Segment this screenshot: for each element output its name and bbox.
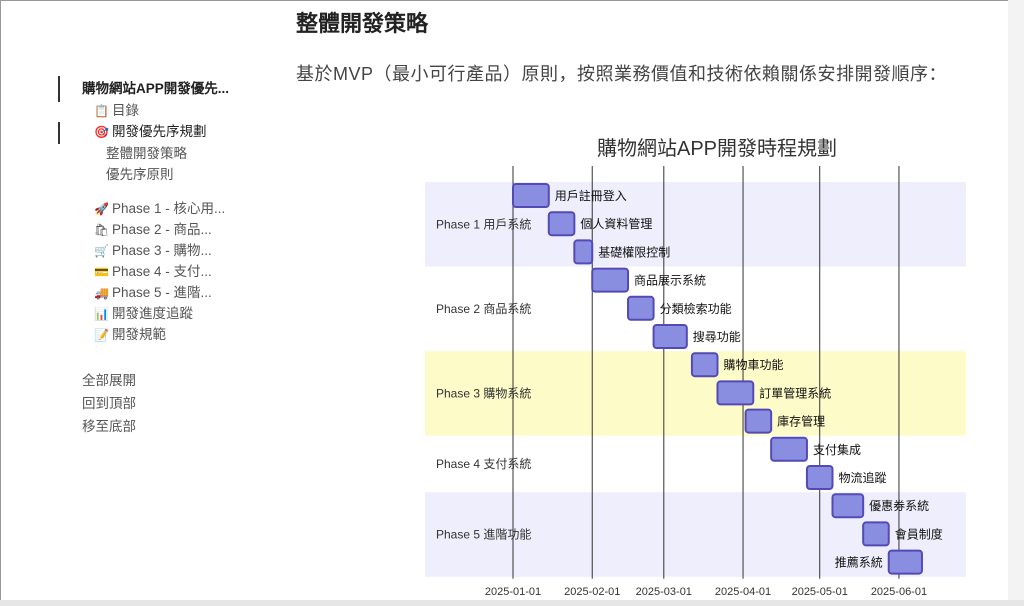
chart-title: 購物網站APP開發時程規劃 <box>597 137 837 160</box>
gantt-bar <box>573 239 594 265</box>
task-label: 庫存管理 <box>777 414 825 429</box>
task-label: 分類檢索功能 <box>660 301 732 316</box>
toc-subitem-priority-principles[interactable]: 優先序原則 <box>106 164 174 185</box>
credit-card-icon: 💳 <box>94 265 109 279</box>
gantt-bar <box>652 324 688 349</box>
toc-item-phase-1[interactable]: 🚀 Phase 1 - 核心用... <box>94 198 225 219</box>
toc-title[interactable]: 購物網站APP開發優先... <box>58 76 252 102</box>
task-label: 訂單管理系統 <box>759 385 831 400</box>
gantt-bar <box>547 211 576 237</box>
gantt-bar <box>862 521 890 547</box>
rocket-icon: 🚀 <box>94 202 109 216</box>
x-tick-label: 2025-02-01 <box>564 586 620 598</box>
bar-chart-icon: 📊 <box>94 307 109 321</box>
task-label: 會員制度 <box>895 526 943 541</box>
gantt-bar <box>805 465 834 490</box>
toc-item-label: Phase 2 - 商品... <box>112 222 212 237</box>
task-label: 優惠券系統 <box>869 498 929 513</box>
clipboard-icon: 📋 <box>94 104 109 118</box>
toc-item-label: Phase 1 - 核心用... <box>112 201 226 216</box>
intro-paragraph: 基於MVP（最小可行產品）原則，按照業務價值和技術依賴關係安排開發順序： <box>296 64 948 84</box>
toc-item-phase-3[interactable]: 🛒 Phase 3 - 購物... <box>94 240 212 261</box>
toc-item-priority-planning[interactable]: 🎯 開發優先序規劃 <box>94 121 207 142</box>
toc-item-label: Phase 3 - 購物... <box>112 243 212 258</box>
gantt-bar <box>770 436 808 462</box>
shopping-bags-icon: 🛍 <box>94 223 110 237</box>
toc-item-label: 開發規範 <box>112 327 166 342</box>
section-heading: 整體開發策略 <box>296 11 429 36</box>
toc-item-label: Phase 4 - 支付... <box>112 264 212 279</box>
toc-item-phase-2[interactable]: 🛍 Phase 2 - 商品... <box>94 219 212 240</box>
expand-all-button[interactable]: 全部展開 <box>82 369 136 392</box>
task-label: 物流追蹤 <box>839 470 887 485</box>
toc-item-phase-5[interactable]: 🚚 Phase 5 - 進階... <box>94 282 212 303</box>
task-label: 支付集成 <box>813 442 861 457</box>
task-label: 用戶註冊登入 <box>555 188 627 203</box>
toc-item-label: 開發優先序規劃 <box>112 124 207 139</box>
horizontal-scrollbar[interactable] <box>0 600 1024 606</box>
gantt-bar <box>512 183 550 208</box>
section-label: Phase 3 購物系統 <box>436 387 531 401</box>
toc-item-phase-4[interactable]: 💳 Phase 4 - 支付... <box>94 261 212 282</box>
gantt-bar <box>887 549 923 575</box>
x-tick-label: 2025-04-01 <box>715 586 771 598</box>
task-label: 基礎權限控制 <box>598 245 670 259</box>
x-tick-label: 2025-05-01 <box>792 586 848 598</box>
target-icon: 🎯 <box>94 125 109 139</box>
gantt-bar <box>744 408 773 434</box>
toc-active-indicator <box>58 122 60 144</box>
memo-icon: 📝 <box>94 328 109 342</box>
gantt-bar <box>591 267 630 293</box>
x-tick-label: 2025-01-01 <box>485 586 541 598</box>
toc-subitem-overall-strategy[interactable]: 整體開發策略 <box>106 143 187 164</box>
task-label: 搜尋功能 <box>693 329 741 344</box>
gantt-chart: Phase 1 用戶系統 用戶註冊登入個人資料管理基礎權限控制 Phase 2 商品… <box>425 137 966 598</box>
gantt-bar <box>627 295 655 321</box>
toc-item-label: 開發進度追蹤 <box>112 306 193 321</box>
section-label: Phase 1 用戶系統 <box>436 217 531 231</box>
gantt-bar <box>716 380 755 406</box>
gantt-bar <box>690 352 719 378</box>
task-label: 個人資料管理 <box>580 216 652 231</box>
gantt-bar <box>831 493 865 519</box>
toc-item-label: 目錄 <box>112 103 139 118</box>
delivery-truck-icon: 🚚 <box>94 286 109 300</box>
x-tick-label: 2025-06-01 <box>871 586 927 598</box>
toc-item-dev-guidelines[interactable]: 📝 開發規範 <box>94 324 166 345</box>
x-tick-label: 2025-03-01 <box>636 586 692 598</box>
task-label: 購物車功能 <box>723 358 783 372</box>
toc-item-contents[interactable]: 📋 目錄 <box>94 100 139 121</box>
shopping-cart-icon: 🛒 <box>94 244 109 258</box>
scrollbar-track[interactable] <box>1008 0 1024 606</box>
go-to-bottom-button[interactable]: 移至底部 <box>82 415 136 438</box>
toc-item-progress-tracking[interactable]: 📊 開發進度追蹤 <box>94 303 193 324</box>
task-label: 商品展示系統 <box>634 273 706 288</box>
task-label: 推薦系統 <box>835 556 883 570</box>
back-to-top-button[interactable]: 回到頂部 <box>82 392 136 415</box>
section-label: Phase 4 支付系統 <box>436 457 531 471</box>
section-label: Phase 5 進階功能 <box>436 527 531 542</box>
toc-item-label: Phase 5 - 進階... <box>112 285 212 300</box>
section-label: Phase 2 商品系統 <box>436 301 531 316</box>
